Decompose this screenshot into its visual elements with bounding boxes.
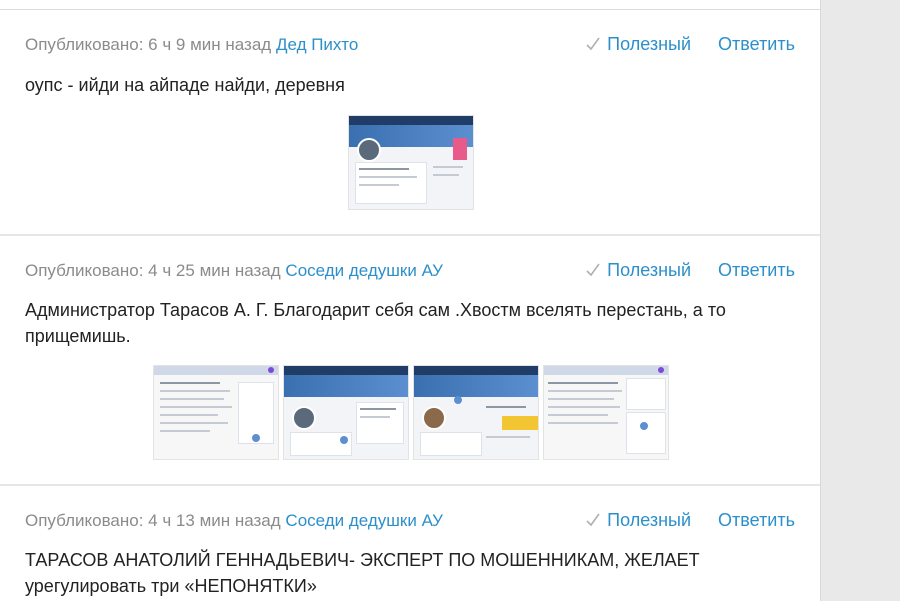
thumb-panel <box>626 412 666 454</box>
attachment-thumbnail[interactable] <box>413 365 539 460</box>
check-icon <box>586 37 600 51</box>
attachment-thumbnail[interactable] <box>153 365 279 460</box>
useful-button[interactable]: Полезный <box>585 260 696 280</box>
comment: Опубликовано: 6 ч 9 мин назад Дед Пихто … <box>0 0 820 235</box>
thumb-banner <box>414 375 538 397</box>
comment-text: оупс - ийди на айпаде найди, деревня <box>25 75 345 95</box>
thumb-header <box>154 366 278 375</box>
attachment-thumbnail[interactable] <box>283 365 409 460</box>
comment-actions: Полезный Ответить <box>585 510 795 531</box>
thumb-line <box>548 398 614 400</box>
thumb-header <box>284 366 408 375</box>
author-link[interactable]: Соседи дедушки АУ <box>285 511 443 530</box>
thumb-line <box>548 414 608 416</box>
thumb-line <box>548 390 622 392</box>
thumb-circle <box>454 396 462 404</box>
author-link[interactable]: Соседи дедушки АУ <box>285 261 443 280</box>
reply-button[interactable]: Ответить <box>718 34 795 54</box>
thumb-circle <box>640 422 648 430</box>
thumb-line <box>548 422 618 424</box>
thumb-line <box>160 382 220 384</box>
thumb-circle <box>340 436 348 444</box>
check-icon <box>586 263 600 277</box>
thumb-avatar <box>292 406 316 430</box>
comment-actions: Полезный Ответить <box>585 34 795 55</box>
thumb-ad <box>453 138 467 160</box>
thumb-line <box>548 406 620 408</box>
comment: Опубликовано: 4 ч 25 мин назад Соседи де… <box>0 236 820 484</box>
thumb-highlight <box>502 416 538 430</box>
useful-label: Полезный <box>607 510 692 530</box>
attachment-thumbnail[interactable] <box>543 365 669 460</box>
thumb-line <box>359 168 409 170</box>
thumb-avatar <box>422 406 446 430</box>
thumb-line <box>160 430 210 432</box>
thumb-line <box>433 174 459 176</box>
thumb-line <box>360 416 390 418</box>
thumb-circle <box>252 434 260 442</box>
useful-label: Полезный <box>607 34 692 54</box>
published-time: Опубликовано: 6 ч 9 мин назад <box>25 35 272 54</box>
thumb-header <box>414 366 538 375</box>
check-icon <box>586 513 600 527</box>
comments-feed: Опубликовано: 6 ч 9 мин назад Дед Пихто … <box>0 0 821 601</box>
thumb-line <box>359 184 399 186</box>
useful-button[interactable]: Полезный <box>585 34 696 54</box>
comment-meta: Опубликовано: 6 ч 9 мин назад Дед Пихто <box>25 35 358 55</box>
comment-actions: Полезный Ответить <box>585 260 795 281</box>
published-time: Опубликовано: 4 ч 13 мин назад <box>25 511 281 530</box>
thumb-line <box>160 422 228 424</box>
thumb-dot <box>658 367 664 373</box>
thumb-line <box>160 414 218 416</box>
comment: Опубликовано: 4 ч 13 мин назад Соседи де… <box>0 486 820 601</box>
reply-button[interactable]: Ответить <box>718 510 795 530</box>
reply-button[interactable]: Ответить <box>718 260 795 280</box>
comment-text: ТАРАСОВ АНАТОЛИЙ ГЕННАДЬЕВИЧ- ЭКСПЕРТ ПО… <box>25 550 700 596</box>
thumb-line <box>160 390 230 392</box>
thumb-line <box>160 406 232 408</box>
comment-meta: Опубликовано: 4 ч 13 мин назад Соседи де… <box>25 511 443 531</box>
thumb-line <box>548 382 618 384</box>
thumb-line <box>160 398 224 400</box>
thumb-header <box>349 116 473 125</box>
useful-button[interactable]: Полезный <box>585 510 696 530</box>
published-time: Опубликовано: 4 ч 25 мин назад <box>25 261 281 280</box>
thumb-line <box>486 436 530 438</box>
thumb-panel <box>626 378 666 410</box>
thumb-dot <box>268 367 274 373</box>
thumb-avatar <box>357 138 381 162</box>
thumb-line <box>360 408 396 410</box>
thumb-panel <box>420 432 482 456</box>
thumb-line <box>486 406 526 408</box>
comment-text: Администратор Тарасов А. Г. Благодарит с… <box>25 300 726 346</box>
comment-meta: Опубликовано: 4 ч 25 мин назад Соседи де… <box>25 261 443 281</box>
thumb-line <box>433 166 463 168</box>
author-link[interactable]: Дед Пихто <box>276 35 358 54</box>
thumb-header <box>544 366 668 375</box>
thumb-line <box>359 176 417 178</box>
attachment-thumbnail[interactable] <box>348 115 474 210</box>
thumb-banner <box>284 375 408 397</box>
useful-label: Полезный <box>607 260 692 280</box>
